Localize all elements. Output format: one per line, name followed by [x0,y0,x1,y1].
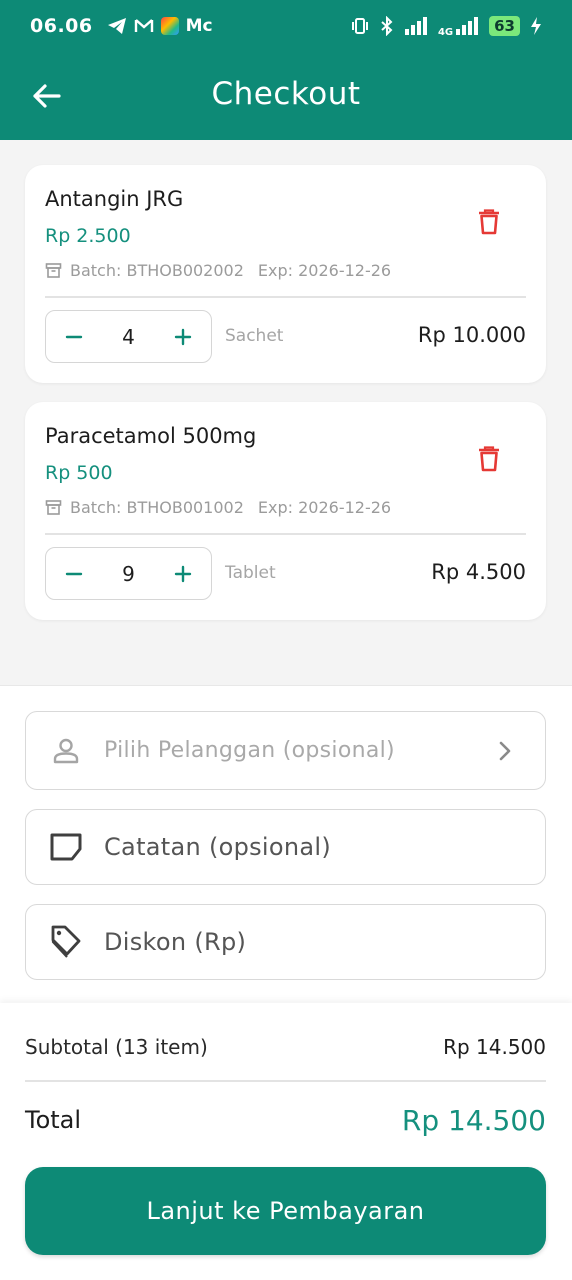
item-batch: Batch: BTHOB002002 [70,261,244,280]
app-badge: Mc [185,16,213,36]
item-price: Rp 2.500 [45,225,131,247]
trash-icon [479,209,499,235]
notification-icons: Mc [107,16,213,36]
minus-icon [65,572,83,575]
item-exp: Exp: 2026-12-26 [257,261,392,280]
order-summary: Subtotal (13 item) Rp 14.500 Total Rp 14… [0,1003,572,1280]
quantity-stepper: 9 [45,547,212,600]
trash-icon [479,446,499,472]
archive-icon [45,500,62,515]
divider [45,533,526,535]
cart-item-card: Antangin JRG Rp 2.500 Batch: BTHOB002002… [25,165,546,383]
item-unit: Tablet [225,563,276,583]
battery-level: 63 [489,16,520,36]
item-meta: Batch: BTHOB002002 Exp: 2026-12-26 [45,261,391,280]
tag-icon [51,925,81,958]
discount-placeholder: Diskon (Rp) [104,928,247,956]
minus-icon [65,335,83,338]
item-exp: Exp: 2026-12-26 [257,498,392,517]
notes-field[interactable]: Catatan (opsional) [25,809,546,885]
network-type: 4G [437,26,454,38]
system-icons: 4G 63 [350,15,542,38]
header: 06.06 Mc 4G 63 Checkout [0,0,572,140]
total-label: Total [25,1106,82,1134]
notes-placeholder: Catatan (opsional) [104,833,332,861]
cart-item-card: Paracetamol 500mg Rp 500 Batch: BTHOB001… [25,402,546,620]
customer-placeholder: Pilih Pelanggan (opsional) [104,738,395,763]
subtotal-label: Subtotal (13 item) [25,1035,208,1059]
quantity-value[interactable]: 4 [122,325,135,349]
subtotal-value: Rp 14.500 [443,1035,546,1059]
divider [45,296,526,298]
item-line-total: Rp 4.500 [431,560,526,584]
quantity-value[interactable]: 9 [122,562,135,586]
checkout-form: Pilih Pelanggan (opsional) Catatan (opsi… [0,685,572,1015]
telegram-icon [107,18,126,34]
plus-icon [174,328,192,345]
item-batch: Batch: BTHOB001002 [70,498,244,517]
delete-button[interactable] [472,442,506,476]
signal-icon [404,17,427,35]
page-title: Checkout [211,76,361,112]
plus-icon [174,565,192,582]
proceed-to-payment-button[interactable]: Lanjut ke Pembayaran [25,1167,546,1255]
status-bar: 06.06 Mc 4G 63 [0,0,572,52]
item-name: Paracetamol 500mg [45,424,257,448]
decrement-button[interactable] [60,323,88,351]
divider [25,1080,546,1082]
item-line-total: Rp 10.000 [417,323,526,347]
increment-button[interactable] [169,323,197,351]
gmail-icon [134,19,153,32]
charging-icon [531,17,541,35]
signal-icon-2 [456,17,479,35]
item-price: Rp 500 [45,462,113,484]
status-time: 06.06 [30,15,93,37]
item-name: Antangin JRG [45,187,184,211]
discount-field[interactable]: Diskon (Rp) [25,904,546,980]
app-bar: Checkout [0,52,572,140]
item-meta: Batch: BTHOB001002 Exp: 2026-12-26 [45,498,391,517]
bluetooth-icon [381,16,393,36]
item-unit: Sachet [225,326,284,346]
person-icon [53,738,79,763]
vibrate-icon [351,18,368,34]
customer-selector[interactable]: Pilih Pelanggan (opsional) [25,711,546,790]
total-value: Rp 14.500 [401,1104,546,1137]
delete-button[interactable] [472,205,506,239]
decrement-button[interactable] [60,560,88,588]
archive-icon [45,263,62,278]
note-icon [50,833,82,861]
quantity-stepper: 4 [45,310,212,363]
chevron-right-icon [499,741,511,760]
increment-button[interactable] [169,560,197,588]
photos-icon [160,17,179,35]
